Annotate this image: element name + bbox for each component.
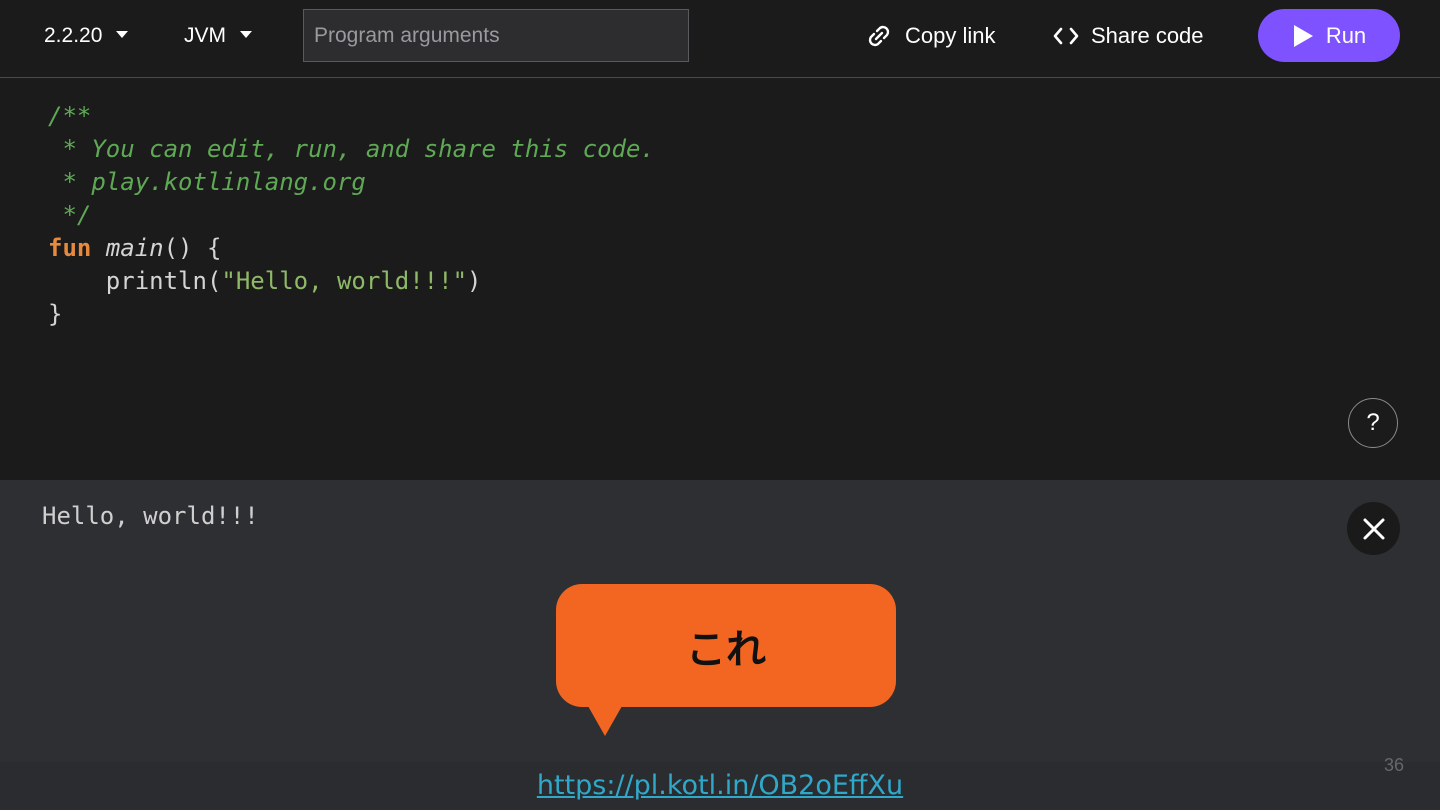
code-brackets-icon bbox=[1053, 27, 1079, 45]
code-function-name: main bbox=[105, 234, 164, 262]
code-keyword: fun bbox=[48, 234, 92, 262]
code-text: } bbox=[48, 300, 63, 328]
close-icon bbox=[1363, 518, 1384, 539]
target-label: JVM bbox=[184, 24, 226, 47]
code-comment-line: */ bbox=[48, 201, 92, 229]
program-arguments-input[interactable] bbox=[303, 9, 689, 62]
code-content[interactable]: /** * You can edit, run, and share this … bbox=[48, 100, 655, 331]
run-button[interactable]: Run bbox=[1258, 9, 1400, 62]
output-text: Hello, world!!! bbox=[42, 502, 259, 530]
share-url: https://pl.kotl.in/OB2oEffXu bbox=[0, 770, 1440, 801]
chevron-down-icon bbox=[116, 30, 129, 38]
copy-link-label: Copy link bbox=[905, 23, 996, 48]
callout-tail bbox=[588, 706, 622, 736]
toolbar: 2.2.20 JVM Copy link Share code Run bbox=[0, 0, 1440, 78]
code-text: ) bbox=[467, 267, 482, 295]
version-label: 2.2.20 bbox=[44, 24, 103, 47]
copy-link-button[interactable]: Copy link bbox=[865, 20, 995, 52]
share-code-label: Share code bbox=[1091, 23, 1204, 48]
code-text: println( bbox=[48, 267, 222, 295]
run-label: Run bbox=[1325, 22, 1367, 48]
share-url-link[interactable]: https://pl.kotl.in/OB2oEffXu bbox=[537, 770, 903, 801]
code-string: "Hello, world!!!" bbox=[221, 267, 468, 295]
play-icon bbox=[1293, 24, 1313, 47]
code-comment-line: * play.kotlinlang.org bbox=[48, 168, 366, 196]
link-icon bbox=[868, 25, 890, 47]
close-output-button[interactable] bbox=[1347, 502, 1400, 555]
callout-text: これ bbox=[686, 626, 766, 673]
version-dropdown[interactable]: 2.2.20 bbox=[44, 22, 129, 50]
code-text: () { bbox=[163, 234, 222, 262]
code-comment-line: * You can edit, run, and share this code… bbox=[48, 135, 655, 163]
chevron-down-icon bbox=[240, 30, 252, 38]
code-editor[interactable]: /** * You can edit, run, and share this … bbox=[0, 78, 1440, 480]
target-dropdown[interactable]: JVM bbox=[184, 22, 252, 50]
share-code-button[interactable]: Share code bbox=[1053, 20, 1204, 52]
code-comment-line: /** bbox=[48, 102, 92, 130]
callout-bubble: これ bbox=[556, 584, 896, 707]
help-button[interactable]: ? bbox=[1348, 398, 1398, 448]
